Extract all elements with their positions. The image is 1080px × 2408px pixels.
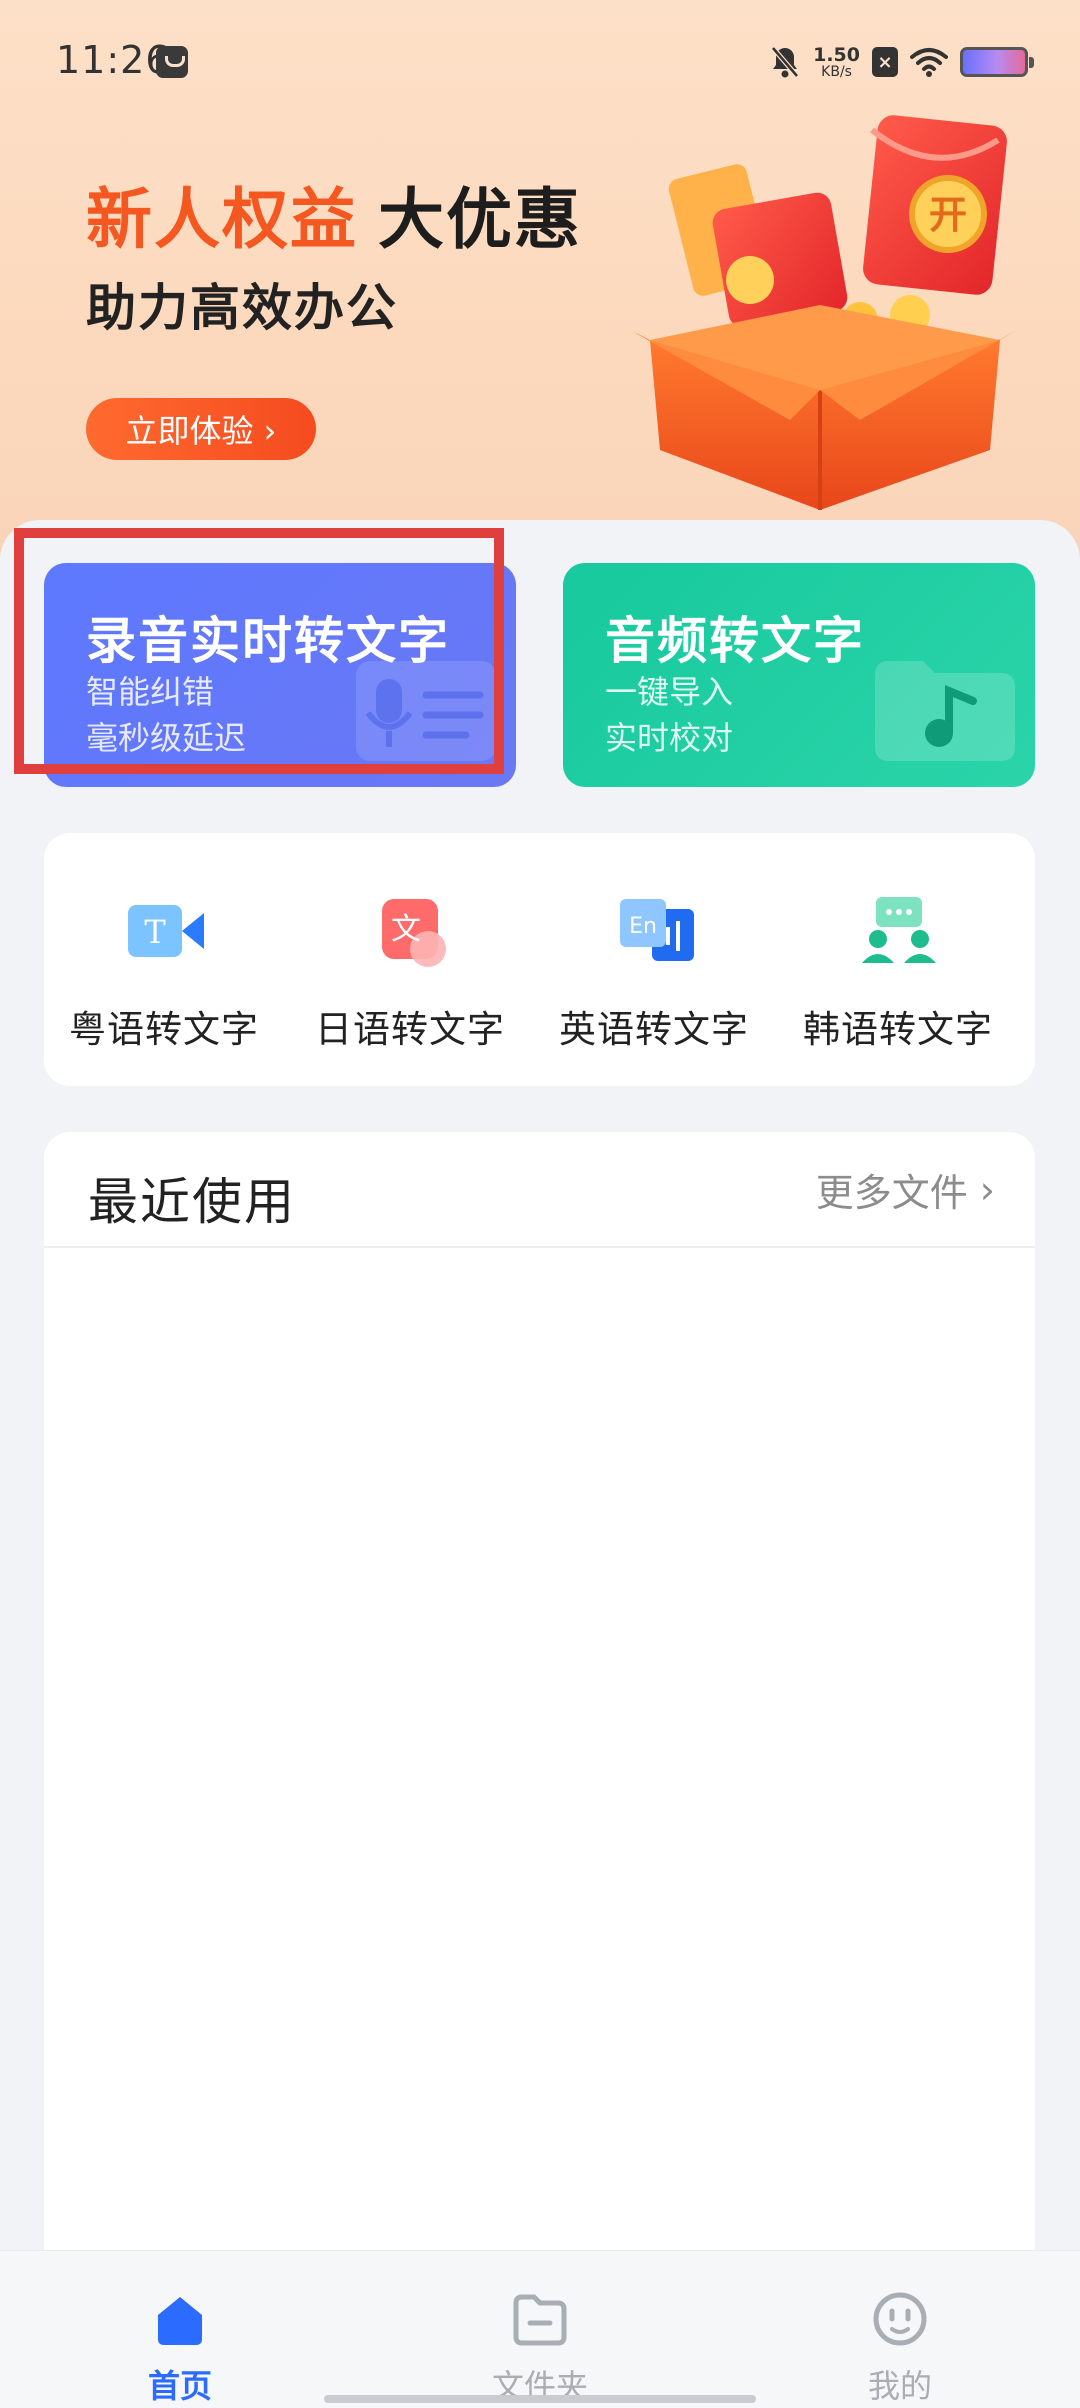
- cantonese-icon-glyph: T: [144, 913, 166, 951]
- folder-icon: [513, 2294, 567, 2346]
- english-icon-glyph: En: [629, 914, 657, 939]
- english-to-text-item[interactable]: En 英语转文字: [534, 895, 774, 1051]
- language-shortcuts: T 粤语转文字 文 日语转文字 En 英语转文字 韩语转文字: [44, 833, 1035, 1086]
- cantonese-to-text-item[interactable]: T 粤语转文字: [44, 895, 284, 1051]
- divider: [44, 1246, 1035, 1248]
- profile-face-icon: [873, 2292, 927, 2346]
- promo-title: 新人权益 大优惠: [86, 166, 582, 262]
- japanese-translate-icon: 文: [382, 899, 446, 967]
- language-label: 粤语转文字: [69, 1008, 259, 1051]
- nav-profile[interactable]: 我的: [810, 2291, 990, 2405]
- status-time: 11:26: [56, 38, 171, 82]
- more-files-link[interactable]: 更多文件 ›: [816, 1162, 995, 1217]
- nav-label: 首页: [147, 2367, 212, 2405]
- korean-chat-icon: [862, 897, 936, 963]
- language-label: 韩语转文字: [803, 1008, 993, 1051]
- network-speed-unit: KB/s: [821, 63, 852, 80]
- bell-muted-icon: [771, 46, 800, 78]
- bottom-nav: 首页 文件夹 我的: [0, 2250, 1080, 2408]
- status-indicators: 1.50 KB/s ×: [769, 40, 1034, 84]
- music-folder-icon: [875, 661, 1015, 761]
- gift-box-illustration: 开: [630, 115, 1020, 510]
- nav-home[interactable]: 首页: [90, 2291, 270, 2405]
- recent-files-panel: 最近使用 更多文件 ›: [44, 1132, 1035, 2252]
- home-icon: [158, 2297, 202, 2345]
- more-files-label: 更多文件: [815, 1171, 968, 1215]
- promo-banner[interactable]: 11:26 1.50 KB/s × 新人权益 大优惠 助力高效办公 立即体验 ›…: [0, 0, 1080, 560]
- nav-folder[interactable]: 文件夹: [450, 2291, 630, 2405]
- language-label: 英语转文字: [559, 1008, 749, 1051]
- card-feature-1: 一键导入: [605, 673, 734, 711]
- japanese-icon-glyph: 文: [391, 912, 421, 947]
- promo-subtitle: 助力高效办公: [86, 279, 398, 337]
- card-feature-1: 智能纠错: [86, 673, 215, 711]
- chevron-right-icon: ›: [979, 1167, 995, 1212]
- english-translate-icon: En: [620, 899, 694, 961]
- promo-title-highlight: 新人权益: [86, 181, 358, 258]
- network-speed: 1.50 KB/s: [813, 43, 860, 80]
- card-feature-2: 实时校对: [605, 719, 734, 757]
- wifi-icon: [910, 48, 948, 77]
- try-now-button[interactable]: 立即体验 ›: [86, 398, 316, 460]
- language-label: 日语转文字: [315, 1008, 505, 1051]
- network-speed-value: 1.50: [813, 43, 860, 66]
- notification-app-icon: [156, 46, 188, 78]
- card-title: 音频转文字: [605, 612, 865, 670]
- promo-title-rest: 大优惠: [378, 181, 582, 258]
- realtime-record-card[interactable]: 录音实时转文字 智能纠错 毫秒级延迟: [44, 563, 516, 787]
- audio-to-text-card[interactable]: 音频转文字 一键导入 实时校对: [563, 563, 1035, 787]
- card-feature-2: 毫秒级延迟: [86, 719, 247, 757]
- japanese-to-text-item[interactable]: 文 日语转文字: [290, 895, 530, 1051]
- nav-label: 我的: [867, 2367, 932, 2405]
- microphone-text-icon: [356, 661, 496, 761]
- x-box-icon: ×: [872, 47, 898, 77]
- cantonese-video-icon: T: [128, 905, 204, 957]
- gift-open-label: 开: [929, 193, 967, 237]
- home-indicator[interactable]: [324, 2395, 756, 2403]
- battery-icon: [960, 47, 1034, 77]
- recent-title: 最近使用: [88, 1173, 296, 1231]
- korean-to-text-item[interactable]: 韩语转文字: [778, 895, 1018, 1051]
